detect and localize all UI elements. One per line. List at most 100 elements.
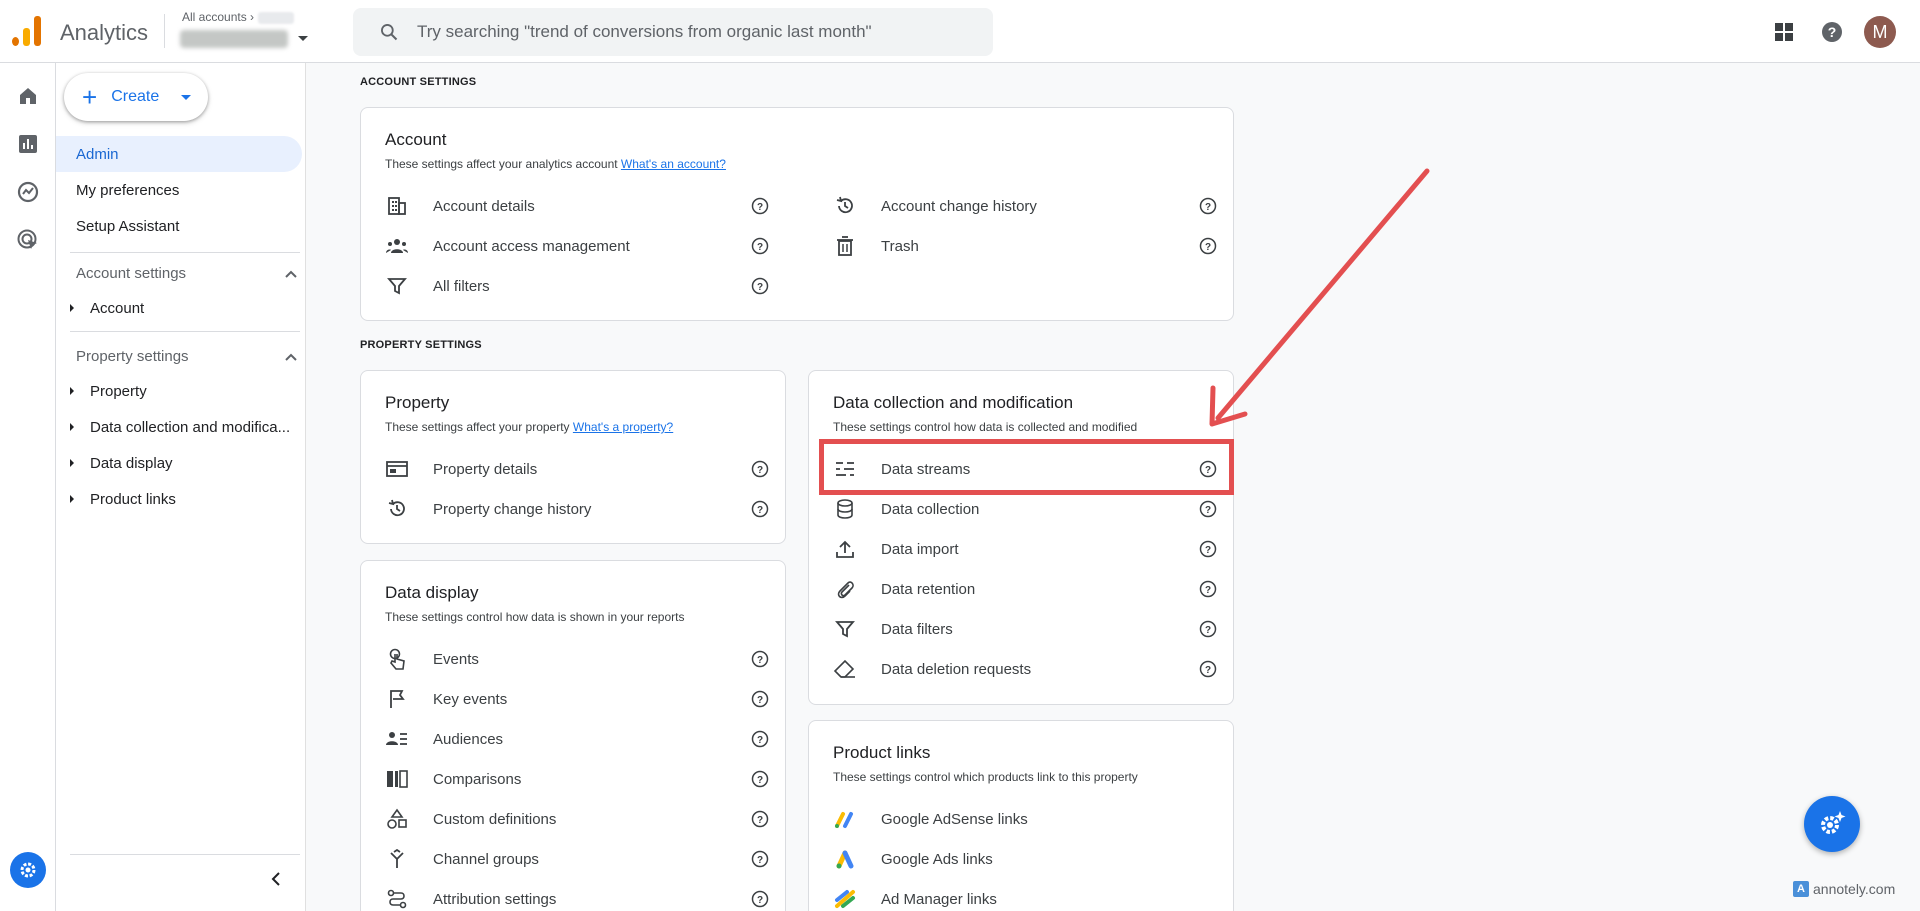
expand-arrow-icon [70,423,74,431]
eraser-icon [833,657,857,681]
explore-icon[interactable] [16,180,40,204]
data-import-row[interactable]: Data import ? [833,529,1217,569]
help-circle-icon[interactable]: ? [1199,540,1217,558]
help-circle-icon[interactable]: ? [751,460,769,478]
product-links-card: Product links These settings control whi… [808,720,1234,911]
help-circle-icon[interactable]: ? [1199,197,1217,215]
account-change-history-row[interactable]: Account change history ? [833,186,1217,226]
create-button[interactable]: + Create [64,73,208,121]
account-access-management-row[interactable]: Account access management ? [385,226,769,266]
annotation-highlight-box [819,439,1234,495]
card-title: Data display [385,583,479,602]
database-icon [833,497,857,521]
svg-text:?: ? [757,855,763,866]
account-selector[interactable] [180,28,310,50]
nav-item-admin[interactable]: Admin [56,136,302,172]
svg-text:?: ? [757,655,763,666]
collapse-nav-button[interactable] [268,871,284,892]
expand-arrow-icon [70,304,74,312]
search-input[interactable] [417,8,977,56]
help-circle-icon[interactable]: ? [751,650,769,668]
help-circle-icon[interactable]: ? [1199,500,1217,518]
help-circle-icon[interactable]: ? [751,690,769,708]
help-icon[interactable]: ? [1817,17,1847,47]
nav-sub-data-display[interactable]: Data display [56,447,302,479]
section-label-property: PROPERTY SETTINGS [360,339,482,351]
account-details-row[interactable]: Account details ? [385,186,769,226]
top-bar: Analytics All accounts › ? M [0,0,1920,63]
section-label-account: ACCOUNT SETTINGS [360,76,477,88]
search-icon [381,24,398,41]
all-filters-row[interactable]: All filters ? [385,266,769,306]
key-events-row[interactable]: Key events ? [385,679,769,719]
side-nav: + Create Admin My preferences Setup Assi… [56,63,306,911]
nav-sub-data-collection[interactable]: Data collection and modifica... [56,411,302,443]
help-circle-icon[interactable]: ? [751,770,769,788]
nav-sub-product-links[interactable]: Product links [56,483,302,515]
left-rail [0,63,56,911]
svg-text:?: ? [1205,202,1211,213]
custom-definitions-row[interactable]: Custom definitions ? [385,799,769,839]
property-details-icon [385,457,409,481]
svg-text:?: ? [757,465,763,476]
nav-sub-account[interactable]: Account [56,292,302,324]
avatar[interactable]: M [1864,16,1896,48]
help-circle-icon[interactable]: ? [751,500,769,518]
card-description: These settings control which products li… [833,770,1138,784]
help-circle-icon[interactable]: ? [1199,620,1217,638]
data-retention-row[interactable]: Data retention ? [833,569,1217,609]
data-display-card: Data display These settings control how … [360,560,786,911]
google-ads-icon [833,847,857,871]
help-circle-icon[interactable]: ? [751,810,769,828]
svg-text:?: ? [1205,665,1211,676]
help-circle-icon[interactable]: ? [751,850,769,868]
audiences-row[interactable]: Audiences ? [385,719,769,759]
people-icon [385,234,409,258]
data-deletion-requests-row[interactable]: Data deletion requests ? [833,649,1217,689]
events-row[interactable]: Events ? [385,639,769,679]
help-circle-icon[interactable]: ? [751,237,769,255]
filter-icon [833,617,857,641]
search-bar[interactable] [353,8,993,56]
comparisons-row[interactable]: Comparisons ? [385,759,769,799]
property-details-row[interactable]: Property details ? [385,449,769,489]
nav-item-my-preferences[interactable]: My preferences [56,172,302,208]
help-circle-icon[interactable]: ? [751,197,769,215]
channel-groups-row[interactable]: Channel groups ? [385,839,769,879]
advertising-icon[interactable] [16,228,40,252]
help-circle-icon[interactable]: ? [1199,237,1217,255]
help-circle-icon[interactable]: ? [751,277,769,295]
svg-text:?: ? [757,815,763,826]
help-circle-icon[interactable]: ? [1199,660,1217,678]
trash-row[interactable]: Trash ? [833,226,1217,266]
analytics-assistant-button[interactable] [1804,796,1860,852]
google-ads-links-row[interactable]: Google Ads links [833,839,1217,879]
nav-section-property-settings[interactable]: Property settings [76,348,298,365]
help-circle-icon[interactable]: ? [1199,580,1217,598]
admin-gear-icon[interactable] [10,852,46,888]
data-collection-row[interactable]: Data collection ? [833,489,1217,529]
nav-sub-property[interactable]: Property [56,375,302,407]
account-name-redacted [258,11,295,24]
analytics-logo[interactable] [12,16,42,46]
attribution-settings-row[interactable]: Attribution settings ? [385,879,769,911]
adsense-icon [833,807,857,831]
nav-section-account-settings[interactable]: Account settings [76,265,298,282]
data-filters-row[interactable]: Data filters ? [833,609,1217,649]
trash-icon [833,234,857,258]
whats-an-account-link[interactable]: What's an account? [621,157,726,171]
ad-manager-icon [833,887,857,911]
help-circle-icon[interactable]: ? [751,730,769,748]
breadcrumb[interactable]: All accounts › [182,10,295,24]
breadcrumb-all-accounts[interactable]: All accounts [182,10,247,24]
google-adsense-links-row[interactable]: Google AdSense links [833,799,1217,839]
whats-a-property-link[interactable]: What's a property? [573,420,673,434]
help-circle-icon[interactable]: ? [751,890,769,908]
apps-grid-icon[interactable] [1769,17,1799,47]
nav-item-setup-assistant[interactable]: Setup Assistant [56,208,302,244]
ad-manager-links-row[interactable]: Ad Manager links [833,879,1217,911]
home-icon[interactable] [16,84,40,108]
card-description: These settings control how data is colle… [833,420,1138,434]
property-change-history-row[interactable]: Property change history ? [385,489,769,529]
reports-icon[interactable] [16,132,40,156]
